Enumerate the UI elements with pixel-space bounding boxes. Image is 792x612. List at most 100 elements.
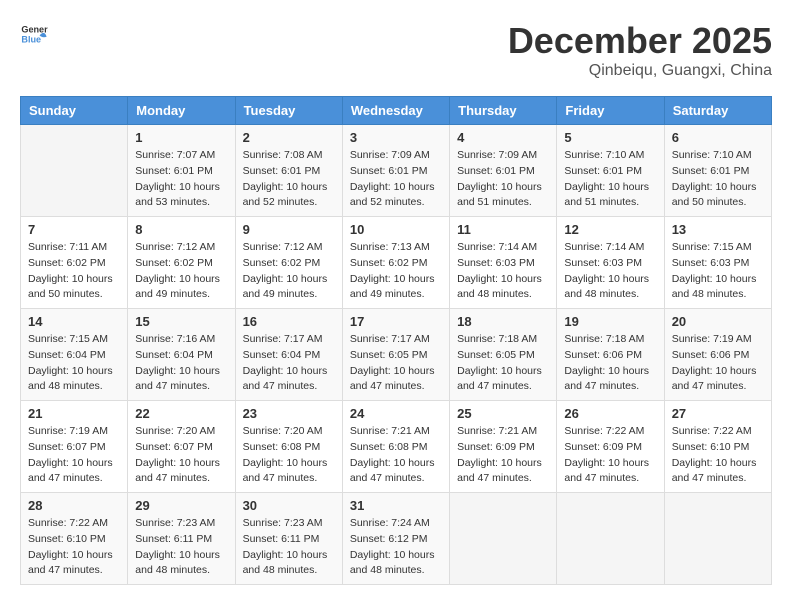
day-number: 7	[28, 222, 120, 237]
day-number: 25	[457, 406, 549, 421]
calendar-cell: 22 Sunrise: 7:20 AMSunset: 6:07 PMDayligh…	[128, 401, 235, 493]
calendar-cell: 21 Sunrise: 7:19 AMSunset: 6:07 PMDayligh…	[21, 401, 128, 493]
weekday-header: Wednesday	[342, 97, 449, 125]
day-number: 29	[135, 498, 227, 513]
cell-info: Sunrise: 7:17 AMSunset: 6:04 PMDaylight:…	[243, 332, 335, 395]
calendar-week-row: 21 Sunrise: 7:19 AMSunset: 6:07 PMDayligh…	[21, 401, 772, 493]
weekday-header: Tuesday	[235, 97, 342, 125]
day-number: 15	[135, 314, 227, 329]
calendar-cell: 24Sunrise: 7:21 AMSunset: 6:08 PMDayligh…	[342, 401, 449, 493]
day-number: 26	[564, 406, 656, 421]
calendar-cell: 8 Sunrise: 7:12 AMSunset: 6:02 PMDaylight…	[128, 217, 235, 309]
calendar-cell: 28 Sunrise: 7:22 AMSunset: 6:10 PMDayligh…	[21, 493, 128, 585]
day-number: 14	[28, 314, 120, 329]
cell-info: Sunrise: 7:22 AMSunset: 6:10 PMDaylight:…	[672, 424, 764, 487]
cell-info: Sunrise: 7:21 AMSunset: 6:09 PMDaylight:…	[457, 424, 549, 487]
weekday-header: Thursday	[450, 97, 557, 125]
cell-info: Sunrise: 7:14 AMSunset: 6:03 PMDaylight:…	[457, 240, 549, 303]
cell-info: Sunrise: 7:16 AMSunset: 6:04 PMDaylight:…	[135, 332, 227, 395]
header: General Blue December 2025 Qinbeiqu, Gua…	[20, 20, 772, 80]
weekday-header: Saturday	[664, 97, 771, 125]
logo: General Blue	[20, 20, 48, 48]
day-number: 31	[350, 498, 442, 513]
svg-text:Blue: Blue	[21, 34, 41, 44]
calendar-week-row: 7 Sunrise: 7:11 AMSunset: 6:02 PMDaylight…	[21, 217, 772, 309]
day-number: 30	[243, 498, 335, 513]
cell-info: Sunrise: 7:21 AMSunset: 6:08 PMDaylight:…	[350, 424, 442, 487]
calendar-cell: 5 Sunrise: 7:10 AMSunset: 6:01 PMDaylight…	[557, 125, 664, 217]
cell-info: Sunrise: 7:07 AMSunset: 6:01 PMDaylight:…	[135, 148, 227, 211]
calendar-cell	[21, 125, 128, 217]
location-title: Qinbeiqu, Guangxi, China	[508, 62, 772, 80]
calendar-cell: 6 Sunrise: 7:10 AMSunset: 6:01 PMDaylight…	[664, 125, 771, 217]
calendar-cell: 30 Sunrise: 7:23 AMSunset: 6:11 PMDayligh…	[235, 493, 342, 585]
day-number: 18	[457, 314, 549, 329]
cell-info: Sunrise: 7:14 AMSunset: 6:03 PMDaylight:…	[564, 240, 656, 303]
day-number: 13	[672, 222, 764, 237]
calendar-cell: 7 Sunrise: 7:11 AMSunset: 6:02 PMDaylight…	[21, 217, 128, 309]
cell-info: Sunrise: 7:19 AMSunset: 6:06 PMDaylight:…	[672, 332, 764, 395]
day-number: 27	[672, 406, 764, 421]
cell-info: Sunrise: 7:13 AMSunset: 6:02 PMDaylight:…	[350, 240, 442, 303]
day-number: 23	[243, 406, 335, 421]
weekday-header-row: SundayMondayTuesdayWednesdayThursdayFrid…	[21, 97, 772, 125]
day-number: 12	[564, 222, 656, 237]
calendar-cell: 23Sunrise: 7:20 AMSunset: 6:08 PMDayligh…	[235, 401, 342, 493]
logo-icon: General Blue	[20, 20, 48, 48]
cell-info: Sunrise: 7:19 AMSunset: 6:07 PMDaylight:…	[28, 424, 120, 487]
calendar-cell	[450, 493, 557, 585]
cell-info: Sunrise: 7:10 AMSunset: 6:01 PMDaylight:…	[672, 148, 764, 211]
day-number: 9	[243, 222, 335, 237]
cell-info: Sunrise: 7:15 AMSunset: 6:03 PMDaylight:…	[672, 240, 764, 303]
calendar-cell: 13 Sunrise: 7:15 AMSunset: 6:03 PMDayligh…	[664, 217, 771, 309]
day-number: 3	[350, 130, 442, 145]
calendar-cell: 26 Sunrise: 7:22 AMSunset: 6:09 PMDayligh…	[557, 401, 664, 493]
calendar-week-row: 28 Sunrise: 7:22 AMSunset: 6:10 PMDayligh…	[21, 493, 772, 585]
calendar-cell: 2 Sunrise: 7:08 AMSunset: 6:01 PMDaylight…	[235, 125, 342, 217]
day-number: 28	[28, 498, 120, 513]
day-number: 8	[135, 222, 227, 237]
cell-info: Sunrise: 7:18 AMSunset: 6:06 PMDaylight:…	[564, 332, 656, 395]
day-number: 22	[135, 406, 227, 421]
weekday-header: Friday	[557, 97, 664, 125]
day-number: 21	[28, 406, 120, 421]
calendar-cell: 18Sunrise: 7:18 AMSunset: 6:05 PMDayligh…	[450, 309, 557, 401]
cell-info: Sunrise: 7:10 AMSunset: 6:01 PMDaylight:…	[564, 148, 656, 211]
day-number: 4	[457, 130, 549, 145]
month-title: December 2025	[508, 20, 772, 62]
calendar-cell: 16Sunrise: 7:17 AMSunset: 6:04 PMDayligh…	[235, 309, 342, 401]
cell-info: Sunrise: 7:09 AMSunset: 6:01 PMDaylight:…	[457, 148, 549, 211]
cell-info: Sunrise: 7:23 AMSunset: 6:11 PMDaylight:…	[243, 516, 335, 579]
calendar-cell: 3 Sunrise: 7:09 AMSunset: 6:01 PMDaylight…	[342, 125, 449, 217]
cell-info: Sunrise: 7:23 AMSunset: 6:11 PMDaylight:…	[135, 516, 227, 579]
cell-info: Sunrise: 7:08 AMSunset: 6:01 PMDaylight:…	[243, 148, 335, 211]
calendar-cell: 12 Sunrise: 7:14 AMSunset: 6:03 PMDayligh…	[557, 217, 664, 309]
day-number: 2	[243, 130, 335, 145]
calendar-cell: 15 Sunrise: 7:16 AMSunset: 6:04 PMDayligh…	[128, 309, 235, 401]
day-number: 19	[564, 314, 656, 329]
calendar-cell: 1 Sunrise: 7:07 AMSunset: 6:01 PMDaylight…	[128, 125, 235, 217]
weekday-header: Sunday	[21, 97, 128, 125]
calendar-cell: 9Sunrise: 7:12 AMSunset: 6:02 PMDaylight…	[235, 217, 342, 309]
day-number: 10	[350, 222, 442, 237]
calendar-week-row: 14 Sunrise: 7:15 AMSunset: 6:04 PMDayligh…	[21, 309, 772, 401]
calendar-cell: 14 Sunrise: 7:15 AMSunset: 6:04 PMDayligh…	[21, 309, 128, 401]
day-number: 17	[350, 314, 442, 329]
day-number: 6	[672, 130, 764, 145]
cell-info: Sunrise: 7:09 AMSunset: 6:01 PMDaylight:…	[350, 148, 442, 211]
cell-info: Sunrise: 7:24 AMSunset: 6:12 PMDaylight:…	[350, 516, 442, 579]
cell-info: Sunrise: 7:12 AMSunset: 6:02 PMDaylight:…	[135, 240, 227, 303]
cell-info: Sunrise: 7:15 AMSunset: 6:04 PMDaylight:…	[28, 332, 120, 395]
cell-info: Sunrise: 7:11 AMSunset: 6:02 PMDaylight:…	[28, 240, 120, 303]
day-number: 20	[672, 314, 764, 329]
calendar-week-row: 1 Sunrise: 7:07 AMSunset: 6:01 PMDaylight…	[21, 125, 772, 217]
cell-info: Sunrise: 7:22 AMSunset: 6:10 PMDaylight:…	[28, 516, 120, 579]
day-number: 11	[457, 222, 549, 237]
calendar-cell: 4 Sunrise: 7:09 AMSunset: 6:01 PMDaylight…	[450, 125, 557, 217]
cell-info: Sunrise: 7:22 AMSunset: 6:09 PMDaylight:…	[564, 424, 656, 487]
calendar-cell: 10 Sunrise: 7:13 AMSunset: 6:02 PMDayligh…	[342, 217, 449, 309]
cell-info: Sunrise: 7:20 AMSunset: 6:07 PMDaylight:…	[135, 424, 227, 487]
day-number: 5	[564, 130, 656, 145]
calendar-cell	[557, 493, 664, 585]
day-number: 1	[135, 130, 227, 145]
